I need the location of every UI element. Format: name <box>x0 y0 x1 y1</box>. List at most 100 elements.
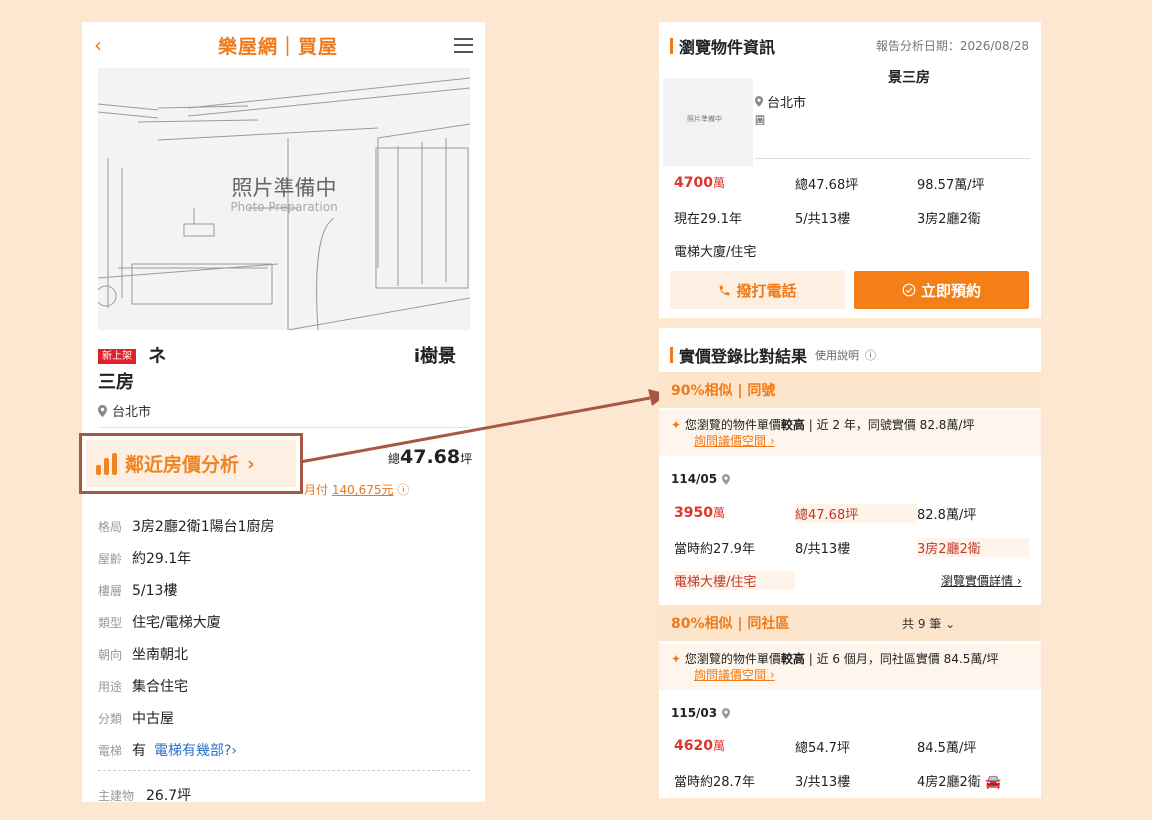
record-count-toggle[interactable]: 共 9 筆 ⌄ <box>902 615 955 632</box>
similarity-label: 90%相似 | 同號 <box>671 383 776 399</box>
spec-key: 樓層 <box>98 583 123 598</box>
spec-value: 坐南朝北 <box>132 647 188 663</box>
bar-chart-icon <box>96 452 117 475</box>
browsed-listing-header: 瀏覽物件資訊 <box>670 34 775 58</box>
listing-location: 台北市 <box>755 92 806 111</box>
listing-photo-placeholder[interactable]: 照片準備中 Photo Preparation <box>98 68 470 330</box>
transaction-price: 4620萬 <box>674 737 795 756</box>
transaction-row2: 當時約27.9年 8/共13樓 3房2廳2衛 <box>674 538 1029 557</box>
location-pin-icon[interactable] <box>722 473 731 485</box>
transaction-unit-price: 84.5萬/坪 <box>917 741 977 756</box>
call-button[interactable]: 撥打電話 <box>670 271 845 309</box>
similarity-label: 80%相似 | 同社區 <box>671 616 790 632</box>
action-buttons: 撥打電話 立即預約 <box>670 271 1029 309</box>
negotiate-link[interactable]: 詢問議價空間 › <box>671 667 1029 683</box>
monthly-prefix: 月付 <box>304 483 329 497</box>
spec-key: 類型 <box>98 615 123 630</box>
similarity-band-90: 90%相似 | 同號 <box>659 372 1041 408</box>
book-button[interactable]: 立即預約 <box>854 271 1029 309</box>
back-chevron-icon[interactable]: ‹ <box>94 33 102 57</box>
transaction-floor: 3/共13樓 <box>795 775 851 790</box>
spec-row-category: 分類 中古屋 <box>98 702 470 734</box>
transaction-type: 電梯大樓/住宅 <box>674 571 795 590</box>
similarity-band-80[interactable]: 80%相似 | 同社區 共 9 筆 ⌄ <box>659 605 1041 641</box>
title-fragment-start: ネ <box>148 346 167 367</box>
transaction-date: 114/05 <box>671 472 731 486</box>
transaction-area: 總54.7坪 <box>795 741 850 756</box>
nearby-price-analysis-button[interactable]: 鄰近房價分析 › <box>79 433 303 494</box>
listing-age: 現在29.1年 <box>674 212 742 227</box>
spec-row-main-building: 主建物 26.7坪 <box>98 779 470 802</box>
total-area-prefix: 總 <box>388 452 401 466</box>
transaction-price: 3950萬 <box>674 504 795 523</box>
location-pin-icon <box>98 404 107 417</box>
price-unit: 萬 <box>712 506 725 520</box>
spec-value: 住宅/電梯大廈 <box>132 615 221 631</box>
total-area-value: 47.68 <box>400 446 461 468</box>
sparkle-icon: ✦ <box>671 418 682 432</box>
negotiate-link[interactable]: 詢問議價空間 › <box>671 433 1029 449</box>
title-fragment-line2: 三房 <box>98 372 134 393</box>
listing-type: 電梯大廈/住宅 <box>674 245 757 260</box>
monthly-amount-link[interactable]: 140,675元 <box>332 483 394 497</box>
comparison-note: ✦ 您瀏覽的物件單價較高 | 近 6 個月，同社區實價 84.5萬/坪 詢問議價… <box>659 644 1041 690</box>
listing-floor: 5/共13樓 <box>795 212 851 227</box>
date-text: 115/03 <box>671 706 718 720</box>
spec-value: 集合住宅 <box>132 679 188 695</box>
check-circle-icon <box>902 283 916 297</box>
transaction-layout: 3房2廳2衛 <box>917 538 1029 557</box>
transaction-age: 當時約28.7年 <box>674 775 755 790</box>
price-value: 4700 <box>674 175 713 191</box>
view-detail-link[interactable]: 瀏覽實價詳情 › <box>941 572 1022 589</box>
info-icon[interactable]: ⓘ <box>865 347 876 363</box>
nearby-price-analysis-label: 鄰近房價分析 <box>125 454 240 476</box>
spec-key: 主建物 <box>98 788 135 803</box>
note-text-pre: 您瀏覽的物件單價 <box>684 418 781 432</box>
spec-value: 有 <box>132 743 146 759</box>
note-text-pre: 您瀏覽的物件單價 <box>684 652 781 666</box>
listing-area: 總47.68坪 <box>795 178 859 193</box>
report-date: 報告分析日期：2026/08/28 <box>875 39 1029 53</box>
spec-value: 5/13樓 <box>132 583 178 599</box>
new-listing-badge: 新上架 <box>98 349 136 364</box>
price-unit: 萬 <box>712 739 725 753</box>
elevator-count-link[interactable]: 電梯有幾部?› <box>154 740 237 760</box>
map-icon[interactable]: 圖 <box>755 112 765 127</box>
listing-thumbnail[interactable]: 照片準備中 <box>663 78 753 166</box>
listing-price: 4700萬 <box>674 174 795 193</box>
chevron-right-icon: › <box>247 452 255 475</box>
app-title: 樂屋網｜買屋 <box>217 35 338 58</box>
listing-layout: 3房2廳2衛 <box>917 212 981 227</box>
help-link[interactable]: 使用說明 <box>815 347 859 363</box>
book-button-label: 立即預約 <box>920 281 981 300</box>
spec-row-type: 類型 住宅/電梯大廈 <box>98 606 470 638</box>
listing-stats-row1: 4700萬 總47.68坪 98.57萬/坪 <box>674 174 1029 193</box>
transaction-date: 115/03 <box>671 706 731 720</box>
spec-value: 26.7坪 <box>146 788 192 802</box>
spec-key: 屋齡 <box>98 551 123 566</box>
spec-key: 用途 <box>98 679 123 694</box>
section-title: 實價登錄比對結果 <box>679 347 808 366</box>
location-pin-icon <box>755 96 763 107</box>
info-icon[interactable]: ⓘ <box>397 483 409 497</box>
location-pin-icon[interactable] <box>722 707 731 719</box>
spec-value: 約29.1年 <box>132 551 192 567</box>
car-icon: 🚘 <box>984 775 1002 790</box>
sparkle-icon: ✦ <box>671 652 682 666</box>
location-text: 台北市 <box>767 96 807 111</box>
date-text: 114/05 <box>671 472 718 486</box>
price-comparison-card: 實價登錄比對結果 使用說明 ⓘ 90%相似 | 同號 ✦ 您瀏覽的物件單價較高 … <box>659 328 1041 798</box>
listing-title: 新上架 ネ i樹景 三房 <box>98 344 470 396</box>
transaction-area: 總47.68坪 <box>795 504 917 523</box>
spec-key: 格局 <box>98 519 123 534</box>
phone-icon <box>720 285 730 295</box>
listing-name: 景三房 <box>888 70 930 86</box>
transaction-unit-price: 82.8萬/坪 <box>917 508 977 523</box>
location-text: 台北市 <box>112 405 152 420</box>
menu-icon[interactable] <box>453 37 473 53</box>
listing-location: 台北市 <box>98 401 151 420</box>
monthly-payment[interactable]: 月付 140,675元 ⓘ <box>304 481 409 498</box>
spec-key: 朝向 <box>98 647 123 662</box>
app-header: ‹ 樂屋網｜買屋 <box>82 22 485 68</box>
spec-list: 格局 3房2廳2衛1陽台1廚房 屋齡 約29.1年 樓層 5/13樓 類型 住宅/電梯大… <box>98 510 470 802</box>
